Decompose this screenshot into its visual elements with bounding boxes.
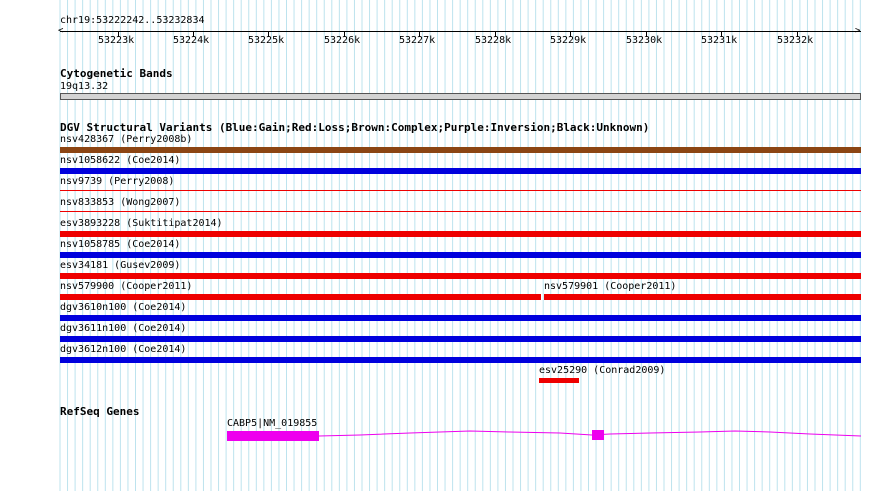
gene-intron-line — [318, 430, 862, 437]
gene-exon[interactable] — [227, 431, 319, 441]
gene-exon[interactable] — [592, 430, 604, 440]
genome-browser-view: chr19:53222242..53232834 < > 53223k 5322… — [0, 0, 890, 491]
